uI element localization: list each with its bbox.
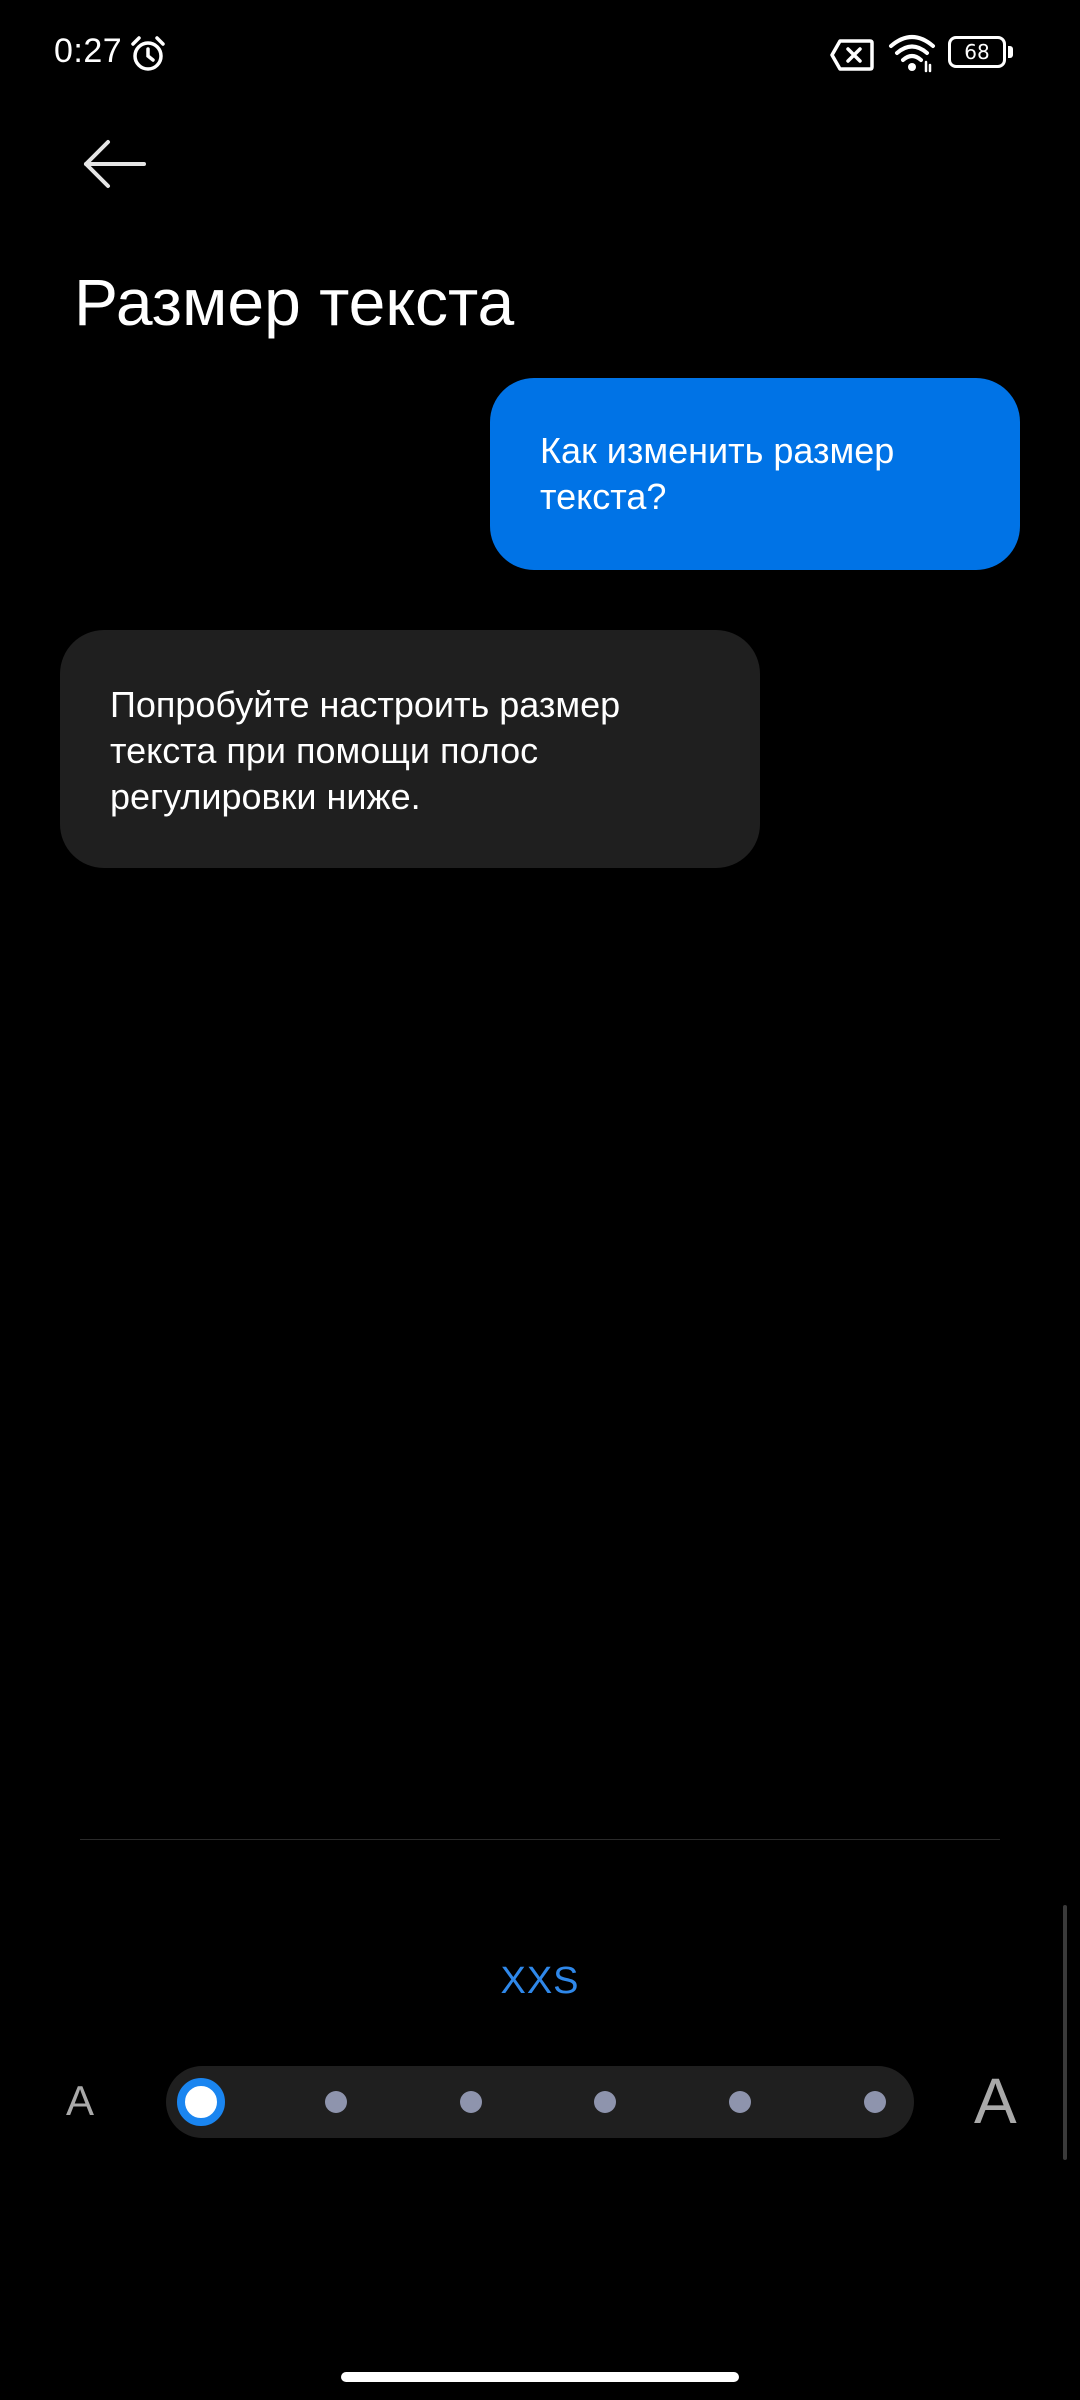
- page-title: Размер текста: [74, 265, 515, 339]
- home-indicator[interactable]: [341, 2372, 739, 2382]
- wifi-icon: [889, 35, 935, 73]
- large-text-glyph: A: [974, 2065, 1017, 2137]
- battery-level: 68: [964, 40, 990, 64]
- slider-step-dot[interactable]: [459, 2091, 482, 2113]
- slider-step-dot[interactable]: [594, 2091, 617, 2113]
- question-text: Как изменить размер текста?: [540, 430, 895, 517]
- alarm-icon: [131, 36, 165, 71]
- back-button[interactable]: [76, 130, 156, 210]
- slider-step-dot[interactable]: [864, 2091, 886, 2113]
- small-text-glyph: A: [66, 2077, 95, 2124]
- slider-thumb[interactable]: [177, 2078, 225, 2126]
- divider: [80, 1839, 1000, 1840]
- text-size-label: XXS: [500, 1960, 580, 2002]
- slider-step-dot[interactable]: [729, 2091, 752, 2113]
- slider-step-dot[interactable]: [324, 2091, 347, 2113]
- battery-icon: 68: [948, 36, 1014, 72]
- battery-tip: [1008, 46, 1013, 58]
- question-bubble: Как изменить размер текста?: [490, 378, 1020, 570]
- arrow-left-icon: [84, 140, 146, 188]
- scrollbar[interactable]: [1063, 1905, 1067, 2160]
- answer-text: Попробуйте настроить размер текста при п…: [110, 684, 621, 817]
- status-bar: 0:27 68: [0, 0, 1080, 110]
- text-size-slider[interactable]: [166, 2066, 914, 2138]
- status-time: 0:27: [54, 32, 123, 70]
- answer-bubble: Попробуйте настроить размер текста при п…: [60, 630, 760, 868]
- sim-x-icon: [830, 39, 874, 71]
